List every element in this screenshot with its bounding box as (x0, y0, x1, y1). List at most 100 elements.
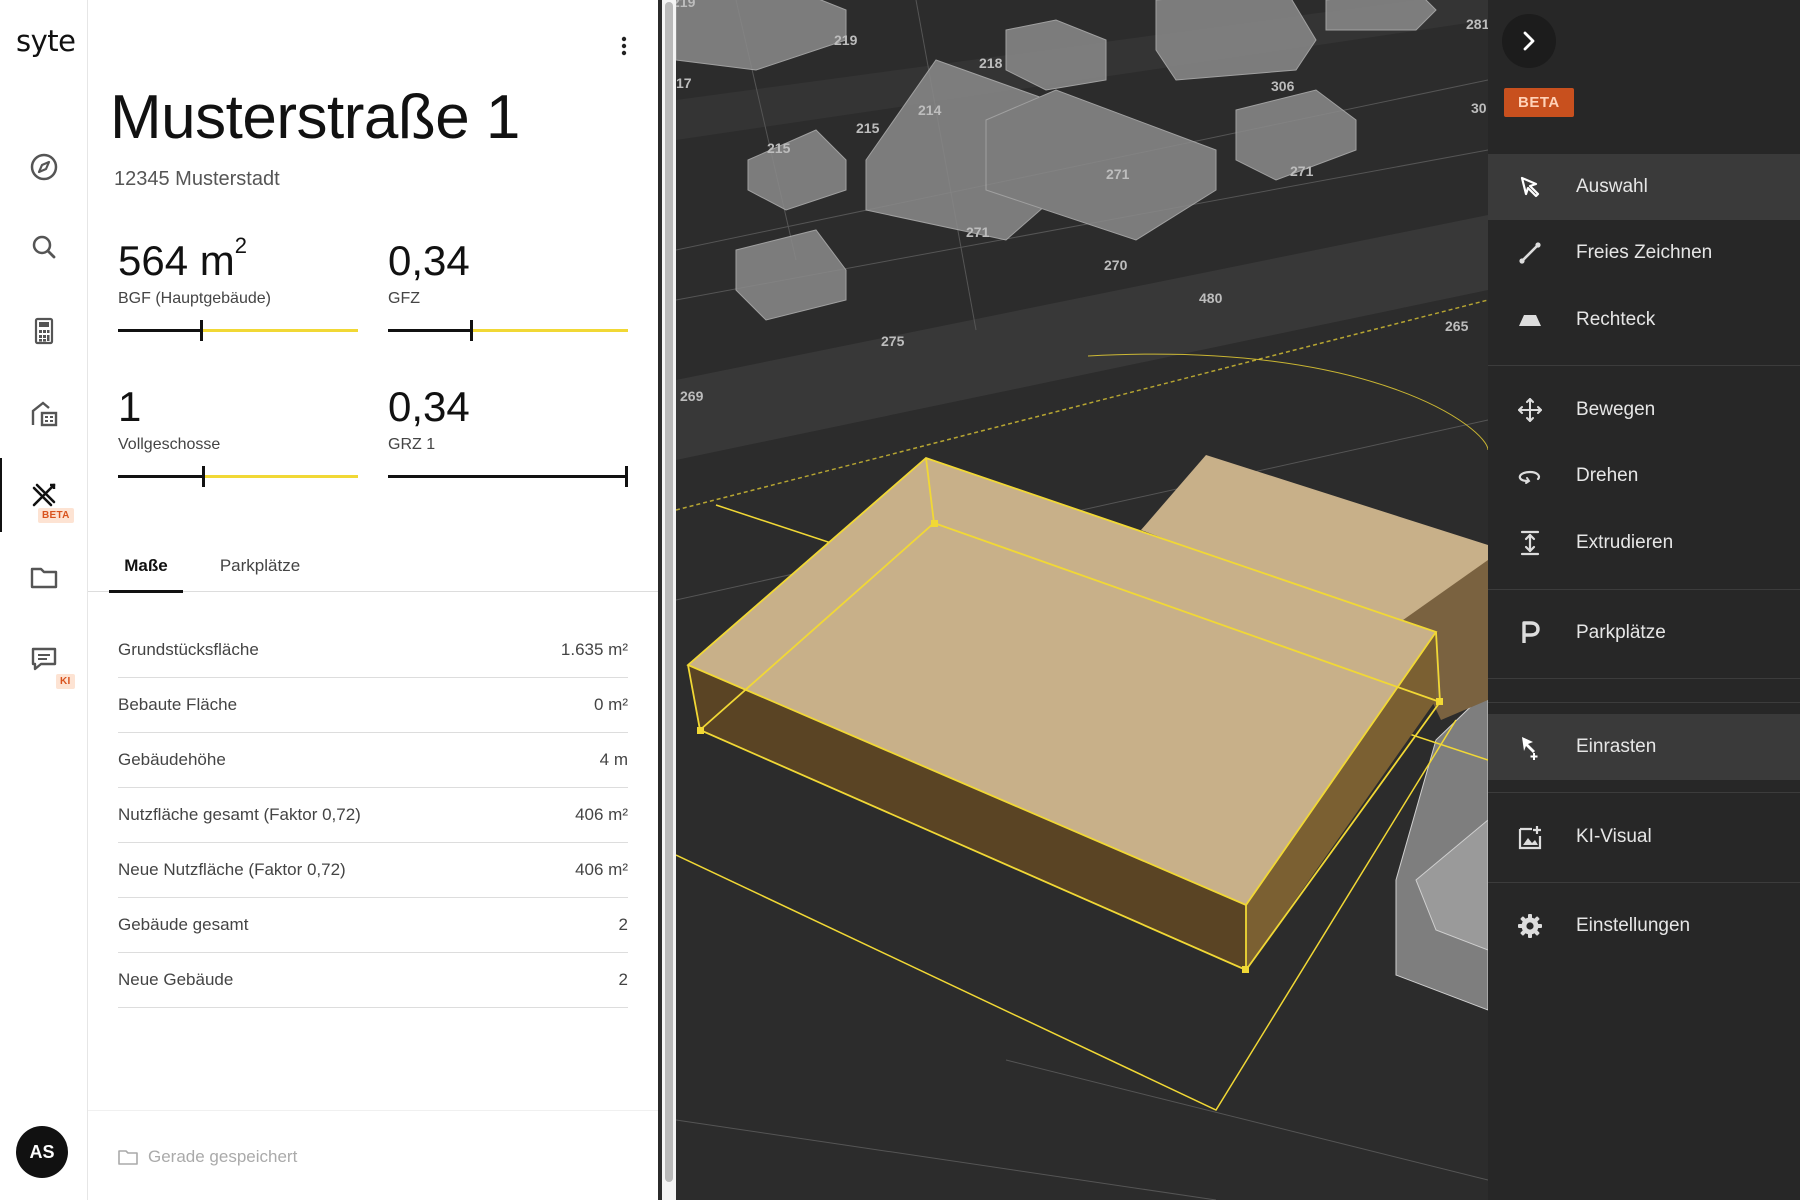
slider-fill (118, 329, 200, 332)
metric-label: Vollgeschosse (118, 436, 221, 453)
metric-label: GFZ (388, 290, 420, 307)
select-cursor-icon (1520, 176, 1540, 198)
chevron-right-icon (1523, 31, 1535, 51)
slider-fill (388, 329, 470, 332)
divider (1488, 792, 1800, 793)
rail-item-projects[interactable] (0, 540, 88, 614)
map-viewport[interactable]: 219 219 218 214 215 215 306 281 30 271 2… (676, 0, 1488, 1200)
divider (1488, 702, 1800, 703)
rotate-icon (1518, 470, 1541, 484)
tool-auswahl[interactable]: Auswahl (1488, 154, 1800, 220)
table-row: Nutzfläche gesamt (Faktor 0,72) 406 m² (118, 788, 628, 843)
tool-einrasten[interactable]: Einrasten (1488, 714, 1800, 780)
parcel-label: 271 (1290, 163, 1314, 179)
parcel-label: 17 (676, 75, 692, 91)
beta-badge: BETA (1504, 88, 1574, 117)
parcel-label: 281 (1466, 16, 1488, 32)
tab-bar: Maße Parkplätze (88, 540, 658, 593)
panel-scrollbar[interactable] (662, 0, 676, 1200)
divider (1488, 589, 1800, 590)
tool-einstellungen[interactable]: Einstellungen (1488, 893, 1800, 959)
parcel-label: 306 (1271, 78, 1295, 94)
table-row: Gebäude gesamt 2 (118, 898, 628, 953)
tool-parkplaetze[interactable]: Parkplätze (1488, 600, 1800, 666)
parcel-label: 271 (966, 224, 990, 240)
table-row: Neue Gebäude 2 (118, 953, 628, 1008)
tool-bewegen[interactable]: Bewegen (1488, 377, 1800, 443)
table-row: Neue Nutzfläche (Faktor 0,72) 406 m² (118, 843, 628, 898)
divider (1488, 882, 1800, 883)
metric-label: BGF (Hauptgebäude) (118, 290, 271, 307)
rail-item-design[interactable]: BETA (0, 458, 88, 532)
parcel-label: 214 (918, 102, 942, 118)
rail-item-calculator[interactable] (0, 294, 88, 368)
metric-value: 1 (118, 383, 142, 430)
parcel-label: 270 (1104, 257, 1128, 273)
more-options-button[interactable] (608, 30, 640, 62)
parcel-label: 215 (856, 120, 880, 136)
metric-gfz: 0,34 GFZ (388, 240, 628, 308)
tool-panel: BETA Auswahl Freies Zeichnen Rechteck Be… (1488, 0, 1800, 1200)
metric-bgf: 564 m2 BGF (Hauptgebäude) (118, 233, 358, 308)
rail-item-buildings[interactable] (0, 376, 88, 450)
move-arrows-icon (1518, 398, 1542, 422)
tool-drehen[interactable]: Drehen (1488, 443, 1800, 509)
gfz-slider[interactable] (388, 320, 628, 341)
metric-grz: 0,34 GRZ 1 (388, 386, 628, 454)
vollgeschosse-slider[interactable] (118, 466, 358, 487)
freehand-line-icon (1519, 242, 1541, 264)
tool-rechteck[interactable]: Rechteck (1488, 287, 1800, 353)
rail-item-search[interactable] (0, 210, 88, 284)
tool-extrudieren[interactable]: Extrudieren (1488, 510, 1800, 576)
metric-value: 564 m2 (118, 233, 247, 284)
metric-label: GRZ 1 (388, 436, 436, 453)
drafting-tools-icon (32, 483, 56, 507)
parcel-label: 480 (1199, 290, 1223, 306)
divider (1488, 678, 1800, 679)
parcel-label: 219 (834, 32, 858, 48)
measures-table: Grundstücksfläche 1.635 m² Bebaute Fläche… (118, 623, 628, 1008)
map-canvas[interactable] (676, 0, 1488, 1200)
ki-badge: KI (56, 674, 75, 689)
more-vertical-icon (621, 36, 627, 56)
parcel-label: 219 (676, 0, 696, 10)
user-avatar[interactable]: AS (16, 1126, 68, 1178)
tab-parkplaetze[interactable]: Parkplätze (200, 540, 320, 592)
folder-icon (118, 1150, 138, 1165)
parcel-label: 265 (1445, 318, 1469, 334)
calculator-icon (34, 317, 54, 345)
slider-thumb[interactable] (625, 466, 628, 487)
save-status: Gerade gespeichert (118, 1147, 297, 1167)
panel-footer: Gerade gespeichert (88, 1110, 658, 1200)
table-row: Gebäudehöhe 4 m (118, 733, 628, 788)
snap-cursor-icon (1522, 737, 1538, 760)
scrollbar-thumb[interactable] (665, 2, 673, 1182)
collapse-panel-button[interactable] (1502, 14, 1556, 68)
ai-image-icon (1518, 826, 1542, 850)
slider-thumb[interactable] (469, 320, 473, 341)
icon-rail: syte BETA KI AS (0, 0, 88, 1200)
slider-thumb[interactable] (199, 320, 203, 341)
tab-masse[interactable]: Maße (109, 540, 183, 593)
gear-icon (1518, 914, 1542, 938)
grz-slider[interactable] (388, 466, 628, 487)
parking-icon (1522, 621, 1540, 643)
rectangle-prism-icon (1519, 315, 1541, 326)
page-title: Musterstraße 1 (110, 83, 520, 152)
table-row: Grundstücksfläche 1.635 m² (118, 623, 628, 678)
beta-badge: BETA (38, 508, 74, 523)
tool-ki-visual[interactable]: KI-Visual (1488, 804, 1800, 870)
info-panel: Musterstraße 1 12345 Musterstadt 564 m2 … (88, 0, 658, 1200)
compass-icon (30, 153, 58, 181)
slider-fill (118, 475, 202, 478)
parcel-label: 269 (680, 388, 704, 404)
slider-thumb[interactable] (202, 466, 205, 487)
parcel-label: 271 (1106, 166, 1130, 182)
tool-freies-zeichnen[interactable]: Freies Zeichnen (1488, 220, 1800, 286)
page-subtitle: 12345 Musterstadt (114, 168, 280, 190)
bgf-slider[interactable] (118, 320, 358, 341)
rail-item-chat[interactable]: KI (0, 622, 88, 696)
metric-vollgeschosse: 1 Vollgeschosse (118, 386, 358, 454)
rail-item-explore[interactable] (0, 130, 88, 204)
app-logo[interactable]: syte (16, 24, 76, 58)
